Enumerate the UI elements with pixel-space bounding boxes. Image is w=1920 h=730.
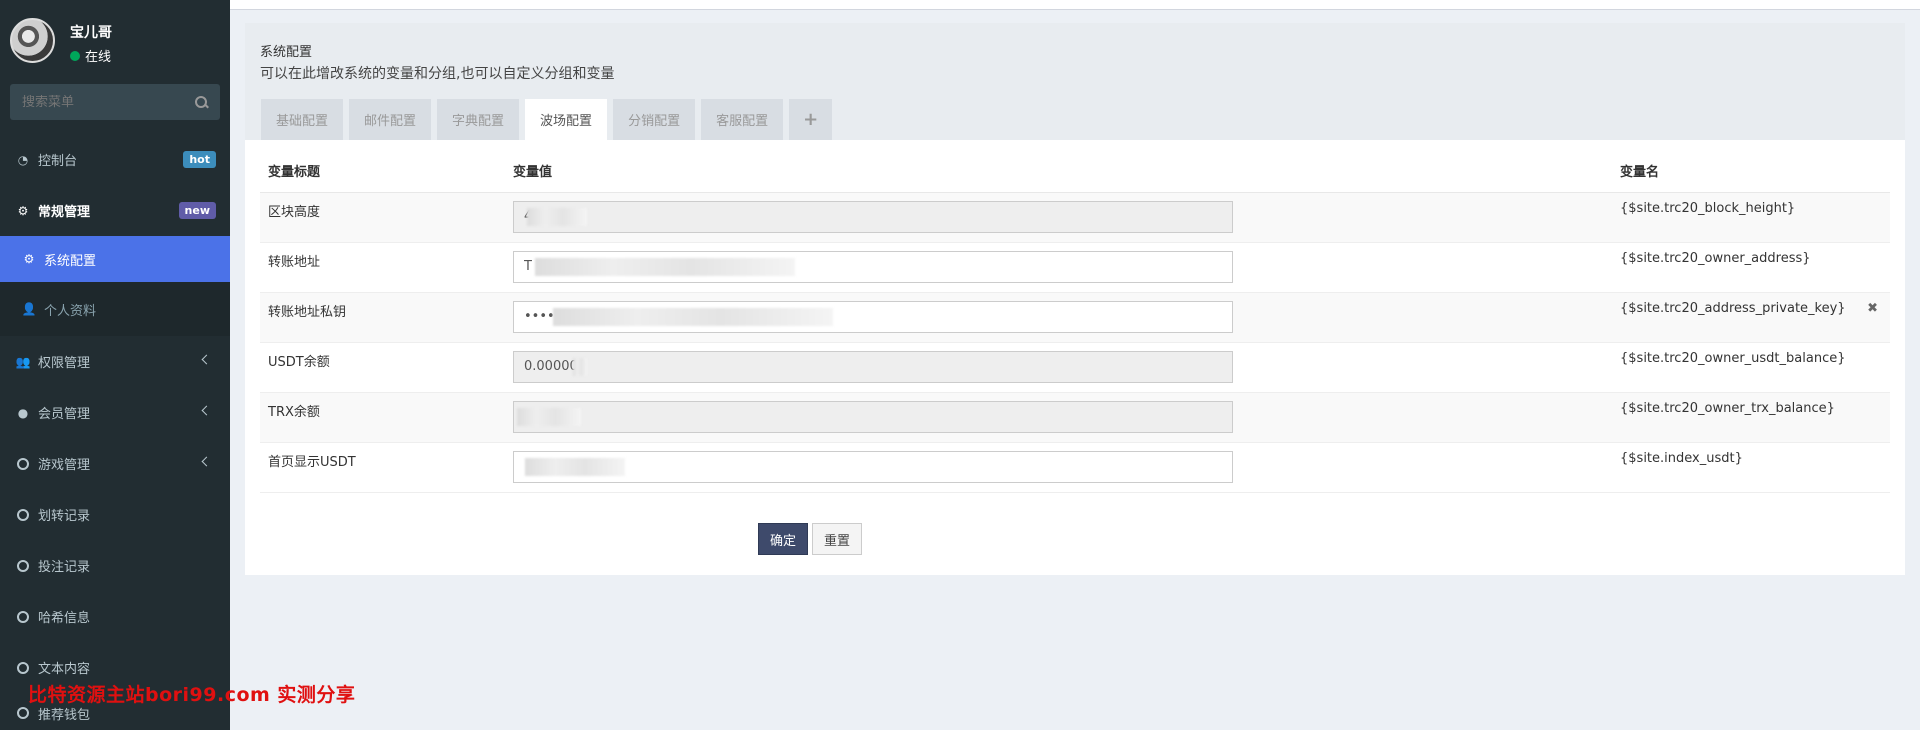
- sidebar-item-label: 常规管理: [38, 205, 91, 220]
- dashboard-icon: ◔: [17, 152, 29, 167]
- sidebar-item-label: 个人资料: [44, 303, 97, 319]
- circle-icon: [16, 706, 30, 720]
- tab-customer-service[interactable]: 客服配置: [701, 99, 784, 140]
- circle-icon: [16, 508, 30, 522]
- sidebar-item-label: 游戏管理: [38, 458, 91, 473]
- sidebar-item-permissions[interactable]: 👥 权限管理: [0, 336, 230, 387]
- search-icon[interactable]: [194, 95, 208, 109]
- var-name: {$site.trc20_owner_trx_balance}: [1612, 392, 1890, 443]
- top-navbar: [230, 0, 1920, 10]
- remove-variable-icon[interactable]: ✖: [1867, 301, 1878, 316]
- var-title: 转账地址: [260, 242, 505, 293]
- user-panel: 宝儿哥 在线: [0, 0, 230, 80]
- tab-dictionary[interactable]: 字典配置: [437, 99, 520, 140]
- sidebar: 宝儿哥 在线 ◔ 控制台 hot ⚙ 常规管理 new ⚙ 系统配置 👤 个: [0, 0, 230, 730]
- tab-distribution[interactable]: 分销配置: [613, 99, 696, 140]
- column-header-name: 变量名: [1612, 150, 1890, 193]
- column-header-value: 变量值: [505, 150, 1612, 193]
- chevron-left-icon: [201, 456, 212, 467]
- general-submenu: ⚙ 系统配置 👤 个人资料: [0, 236, 230, 336]
- sidebar-item-label: 划转记录: [38, 509, 91, 524]
- var-title: 首页显示USDT: [260, 442, 505, 493]
- online-status-icon: [70, 50, 80, 61]
- var-title: 区块高度: [260, 192, 505, 243]
- sidebar-item-hash[interactable]: 哈希信息: [0, 591, 230, 642]
- sidebar-item-system-config[interactable]: ⚙ 系统配置: [0, 236, 230, 282]
- sidebar-item-profile[interactable]: 👤 个人资料: [0, 282, 230, 336]
- sidebar-item-dashboard[interactable]: ◔ 控制台 hot: [0, 134, 230, 185]
- confirm-button[interactable]: 确定: [758, 523, 809, 555]
- sidebar-item-bets[interactable]: 投注记录: [0, 540, 230, 591]
- sidebar-item-label: 会员管理: [38, 407, 91, 422]
- chevron-left-icon: [201, 354, 212, 365]
- var-name: {$site.trc20_owner_address}: [1612, 242, 1890, 293]
- sidebar-item-label: 文本内容: [38, 662, 91, 677]
- config-panel: 系统配置 可以在此增改系统的变量和分组,也可以自定义分组和变量 基础配置 邮件配…: [245, 23, 1905, 575]
- trx-balance-input[interactable]: [513, 400, 1233, 433]
- form-actions: 确定 重置: [758, 523, 863, 555]
- variables-table: 变量标题 变量值 变量名 区块高度 {$site.trc20_block_hei…: [260, 150, 1890, 493]
- chevron-left-icon: [201, 405, 212, 416]
- page-title: 系统配置: [260, 45, 313, 60]
- avatar[interactable]: [10, 18, 55, 63]
- sidebar-item-label: 权限管理: [38, 356, 91, 371]
- sidebar-item-label: 哈希信息: [38, 611, 91, 626]
- var-title: USDT余额: [260, 342, 505, 393]
- var-name: {$site.trc20_address_private_key}: [1620, 300, 1846, 316]
- watermark: 比特资源主站bori99.com 实测分享: [28, 684, 356, 706]
- sidebar-item-members[interactable]: ● 会员管理: [0, 387, 230, 438]
- add-tab-button[interactable]: +: [789, 99, 833, 140]
- page-description: 可以在此增改系统的变量和分组,也可以自定义分组和变量: [260, 66, 615, 82]
- user-status: 在线: [70, 46, 111, 65]
- table-row: 转账地址私钥 {$site.trc20_address_private_key}…: [260, 292, 1890, 343]
- tab-tron[interactable]: 波场配置: [525, 99, 608, 140]
- cogs-icon: ⚙: [17, 203, 29, 218]
- var-title: 转账地址私钥: [260, 292, 505, 343]
- circle-icon: [16, 457, 30, 471]
- hot-badge: hot: [183, 151, 216, 168]
- reset-button[interactable]: 重置: [812, 523, 863, 555]
- table-row: 首页显示USDT {$site.index_usdt}: [260, 442, 1890, 493]
- user-circle-icon: ●: [17, 405, 29, 420]
- tab-email[interactable]: 邮件配置: [349, 99, 432, 140]
- new-badge: new: [178, 202, 216, 219]
- config-tabs: 基础配置 邮件配置 字典配置 波场配置 分销配置 客服配置 +: [261, 99, 833, 140]
- var-name: {$site.trc20_owner_usdt_balance}: [1612, 342, 1890, 393]
- sidebar-menu: ◔ 控制台 hot ⚙ 常规管理 new ⚙ 系统配置 👤 个人资料 👥 权限管…: [0, 134, 230, 730]
- circle-icon: [16, 610, 30, 624]
- block-height-input[interactable]: [513, 200, 1233, 233]
- table-header-row: 变量标题 变量值 变量名: [260, 150, 1890, 193]
- group-icon: 👥: [15, 354, 31, 369]
- sidebar-item-label: 投注记录: [38, 560, 91, 575]
- user-icon: 👤: [21, 302, 37, 316]
- user-name: 宝儿哥: [70, 25, 112, 41]
- panel-header: 系统配置 可以在此增改系统的变量和分组,也可以自定义分组和变量 基础配置 邮件配…: [245, 23, 1905, 140]
- table-row: TRX余额 {$site.trc20_owner_trx_balance}: [260, 392, 1890, 443]
- sidebar-item-general[interactable]: ⚙ 常规管理 new: [0, 185, 230, 236]
- menu-search: [10, 84, 220, 120]
- var-name: {$site.trc20_block_height}: [1612, 192, 1890, 243]
- sidebar-item-games[interactable]: 游戏管理: [0, 438, 230, 489]
- sidebar-item-label: 系统配置: [44, 253, 97, 269]
- circle-icon: [16, 661, 30, 675]
- usdt-balance-input[interactable]: [513, 350, 1233, 383]
- table-row: 区块高度 {$site.trc20_block_height}: [260, 192, 1890, 243]
- table-row: USDT余额 {$site.trc20_owner_usdt_balance}: [260, 342, 1890, 393]
- gear-icon: ⚙: [23, 252, 35, 266]
- var-name: {$site.index_usdt}: [1612, 442, 1890, 493]
- var-title: TRX余额: [260, 392, 505, 443]
- table-row: 转账地址 {$site.trc20_owner_address}: [260, 242, 1890, 293]
- column-header-title: 变量标题: [260, 150, 505, 193]
- menu-search-input[interactable]: [22, 94, 194, 110]
- tab-basic[interactable]: 基础配置: [261, 99, 344, 140]
- user-status-label: 在线: [85, 50, 112, 65]
- sidebar-item-transfers[interactable]: 划转记录: [0, 489, 230, 540]
- sidebar-item-label: 控制台: [38, 154, 78, 169]
- circle-icon: [16, 559, 30, 573]
